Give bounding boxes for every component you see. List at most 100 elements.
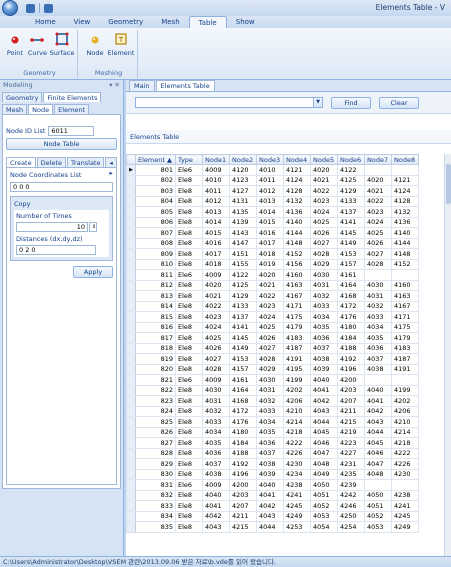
table-cell[interactable]: 825 bbox=[135, 416, 176, 428]
table-cell[interactable]: 4032 bbox=[256, 395, 284, 407]
table-cell[interactable]: 4234 bbox=[283, 468, 311, 480]
table-cell[interactable]: 4016 bbox=[256, 227, 284, 239]
table-cell[interactable]: 803 bbox=[135, 185, 176, 197]
table-cell[interactable]: 4132 bbox=[283, 195, 311, 207]
table-cell[interactable]: 4042 bbox=[310, 395, 338, 407]
table-row[interactable]: 825 Ele8 4033 4176 4034 4214 4044 4215 4043 4210 bbox=[126, 416, 419, 428]
table-cell[interactable]: 4033 bbox=[256, 405, 284, 417]
table-cell[interactable]: 4026 bbox=[202, 342, 230, 354]
table-cell[interactable]: 4245 bbox=[283, 500, 311, 512]
table-cell[interactable]: Ele8 bbox=[175, 206, 203, 218]
table-cell[interactable]: 4022 bbox=[364, 195, 392, 207]
table-cell[interactable]: 4163 bbox=[283, 279, 311, 291]
row-selector[interactable] bbox=[126, 227, 136, 239]
table-cell[interactable]: 4160 bbox=[391, 279, 419, 291]
table-cell[interactable]: 4040 bbox=[256, 479, 284, 491]
table-cell[interactable]: 4214 bbox=[283, 416, 311, 428]
num-times-input[interactable]: 10 bbox=[16, 222, 88, 232]
table-cell[interactable]: 4024 bbox=[202, 321, 230, 333]
table-cell[interactable]: 4028 bbox=[202, 363, 230, 375]
table-cell[interactable]: 4222 bbox=[391, 447, 419, 459]
curve-button[interactable]: Curve bbox=[28, 32, 47, 57]
table-cell[interactable]: 4038 bbox=[364, 363, 392, 375]
point-button[interactable]: Point bbox=[6, 32, 24, 57]
table-row[interactable]: 821 Ele6 4009 4161 4030 4199 4040 4200 bbox=[126, 374, 419, 386]
table-cell[interactable]: 4145 bbox=[337, 227, 365, 239]
table-row[interactable]: 817 Ele8 4025 4145 4026 4183 4036 4184 4035 4179 bbox=[126, 332, 419, 344]
table-cell[interactable]: 4133 bbox=[229, 300, 257, 312]
table-row[interactable]: 816 Ele8 4024 4141 4025 4179 4035 4180 4034 4175 bbox=[126, 321, 419, 333]
table-cell[interactable]: 4249 bbox=[391, 521, 419, 533]
table-cell[interactable]: 4017 bbox=[256, 237, 284, 249]
table-cell[interactable]: 4131 bbox=[229, 195, 257, 207]
table-cell[interactable]: 4152 bbox=[391, 258, 419, 270]
table-cell[interactable]: 4199 bbox=[283, 374, 311, 386]
table-cell[interactable]: Ele8 bbox=[175, 447, 203, 459]
table-cell[interactable] bbox=[364, 164, 392, 176]
table-cell[interactable]: 4218 bbox=[283, 426, 311, 438]
table-cell[interactable]: 4192 bbox=[337, 353, 365, 365]
table-cell[interactable]: 4124 bbox=[391, 185, 419, 197]
row-selector[interactable] bbox=[126, 458, 136, 470]
table-cell[interactable]: 816 bbox=[135, 321, 176, 333]
table-cell[interactable]: 4036 bbox=[256, 437, 284, 449]
table-cell[interactable]: 4151 bbox=[229, 248, 257, 260]
table-cell[interactable]: 828 bbox=[135, 447, 176, 459]
table-cell[interactable]: 4010 bbox=[256, 164, 284, 176]
table-cell[interactable]: 4049 bbox=[310, 468, 338, 480]
column-header[interactable]: Node2 bbox=[229, 154, 257, 165]
table-row[interactable]: 803 Ele8 4011 4127 4012 4128 4022 4129 4021 4124 bbox=[126, 185, 419, 197]
table-cell[interactable]: 4135 bbox=[229, 206, 257, 218]
table-cell[interactable]: 4128 bbox=[283, 185, 311, 197]
table-cell[interactable]: 4187 bbox=[391, 353, 419, 365]
table-cell[interactable]: 4133 bbox=[337, 195, 365, 207]
table-cell[interactable]: 4157 bbox=[229, 363, 257, 375]
table-cell[interactable]: 4136 bbox=[391, 216, 419, 228]
table-cell[interactable]: 4015 bbox=[202, 227, 230, 239]
table-cell[interactable]: 4153 bbox=[337, 248, 365, 260]
tab-delete[interactable]: Delete bbox=[36, 157, 66, 167]
table-cell[interactable]: 4215 bbox=[229, 521, 257, 533]
tab-home[interactable]: Home bbox=[26, 16, 65, 28]
row-selector[interactable] bbox=[126, 489, 136, 501]
row-selector[interactable] bbox=[126, 447, 136, 459]
table-cell[interactable]: 4156 bbox=[283, 258, 311, 270]
table-cell[interactable]: 4029 bbox=[310, 258, 338, 270]
table-cell[interactable]: 4034 bbox=[256, 416, 284, 428]
table-cell[interactable]: 4013 bbox=[202, 206, 230, 218]
table-cell[interactable]: 804 bbox=[135, 195, 176, 207]
table-cell[interactable]: 822 bbox=[135, 384, 176, 396]
table-cell[interactable]: 4219 bbox=[337, 426, 365, 438]
row-selector[interactable] bbox=[126, 510, 136, 522]
table-row[interactable]: 822 Ele8 4030 4164 4031 4202 4041 4203 4040 4199 bbox=[126, 384, 419, 396]
table-cell[interactable]: 4039 bbox=[256, 468, 284, 480]
column-header[interactable]: Element ▲ bbox=[135, 154, 176, 165]
table-cell[interactable]: 4191 bbox=[391, 363, 419, 375]
table-cell[interactable]: Ele8 bbox=[175, 458, 203, 470]
table-cell[interactable]: 4032 bbox=[202, 405, 230, 417]
table-cell[interactable]: 4051 bbox=[364, 500, 392, 512]
table-cell[interactable]: 4184 bbox=[229, 437, 257, 449]
table-cell[interactable]: Ele6 bbox=[175, 164, 203, 176]
table-cell[interactable]: 4176 bbox=[229, 416, 257, 428]
table-cell[interactable]: 4129 bbox=[337, 185, 365, 197]
table-cell[interactable]: 4124 bbox=[283, 174, 311, 186]
table-cell[interactable]: 4226 bbox=[283, 447, 311, 459]
table-cell[interactable]: 4044 bbox=[364, 426, 392, 438]
table-cell[interactable]: 4196 bbox=[337, 363, 365, 375]
table-cell[interactable]: 4015 bbox=[256, 216, 284, 228]
table-cell[interactable] bbox=[364, 479, 392, 491]
table-cell[interactable]: 4046 bbox=[310, 437, 338, 449]
table-cell[interactable]: 809 bbox=[135, 248, 176, 260]
surface-button[interactable]: Surface bbox=[50, 32, 74, 57]
table-cell[interactable]: 814 bbox=[135, 300, 176, 312]
table-cell[interactable]: 4025 bbox=[202, 332, 230, 344]
table-cell[interactable]: 4161 bbox=[337, 269, 365, 281]
table-cell[interactable]: 4030 bbox=[310, 269, 338, 281]
table-cell[interactable]: 4254 bbox=[337, 521, 365, 533]
undo-icon[interactable] bbox=[44, 3, 53, 13]
table-cell[interactable]: 4145 bbox=[229, 332, 257, 344]
row-selector[interactable] bbox=[126, 279, 136, 291]
table-cell[interactable]: 4016 bbox=[202, 237, 230, 249]
table-cell[interactable]: 4022 bbox=[310, 185, 338, 197]
